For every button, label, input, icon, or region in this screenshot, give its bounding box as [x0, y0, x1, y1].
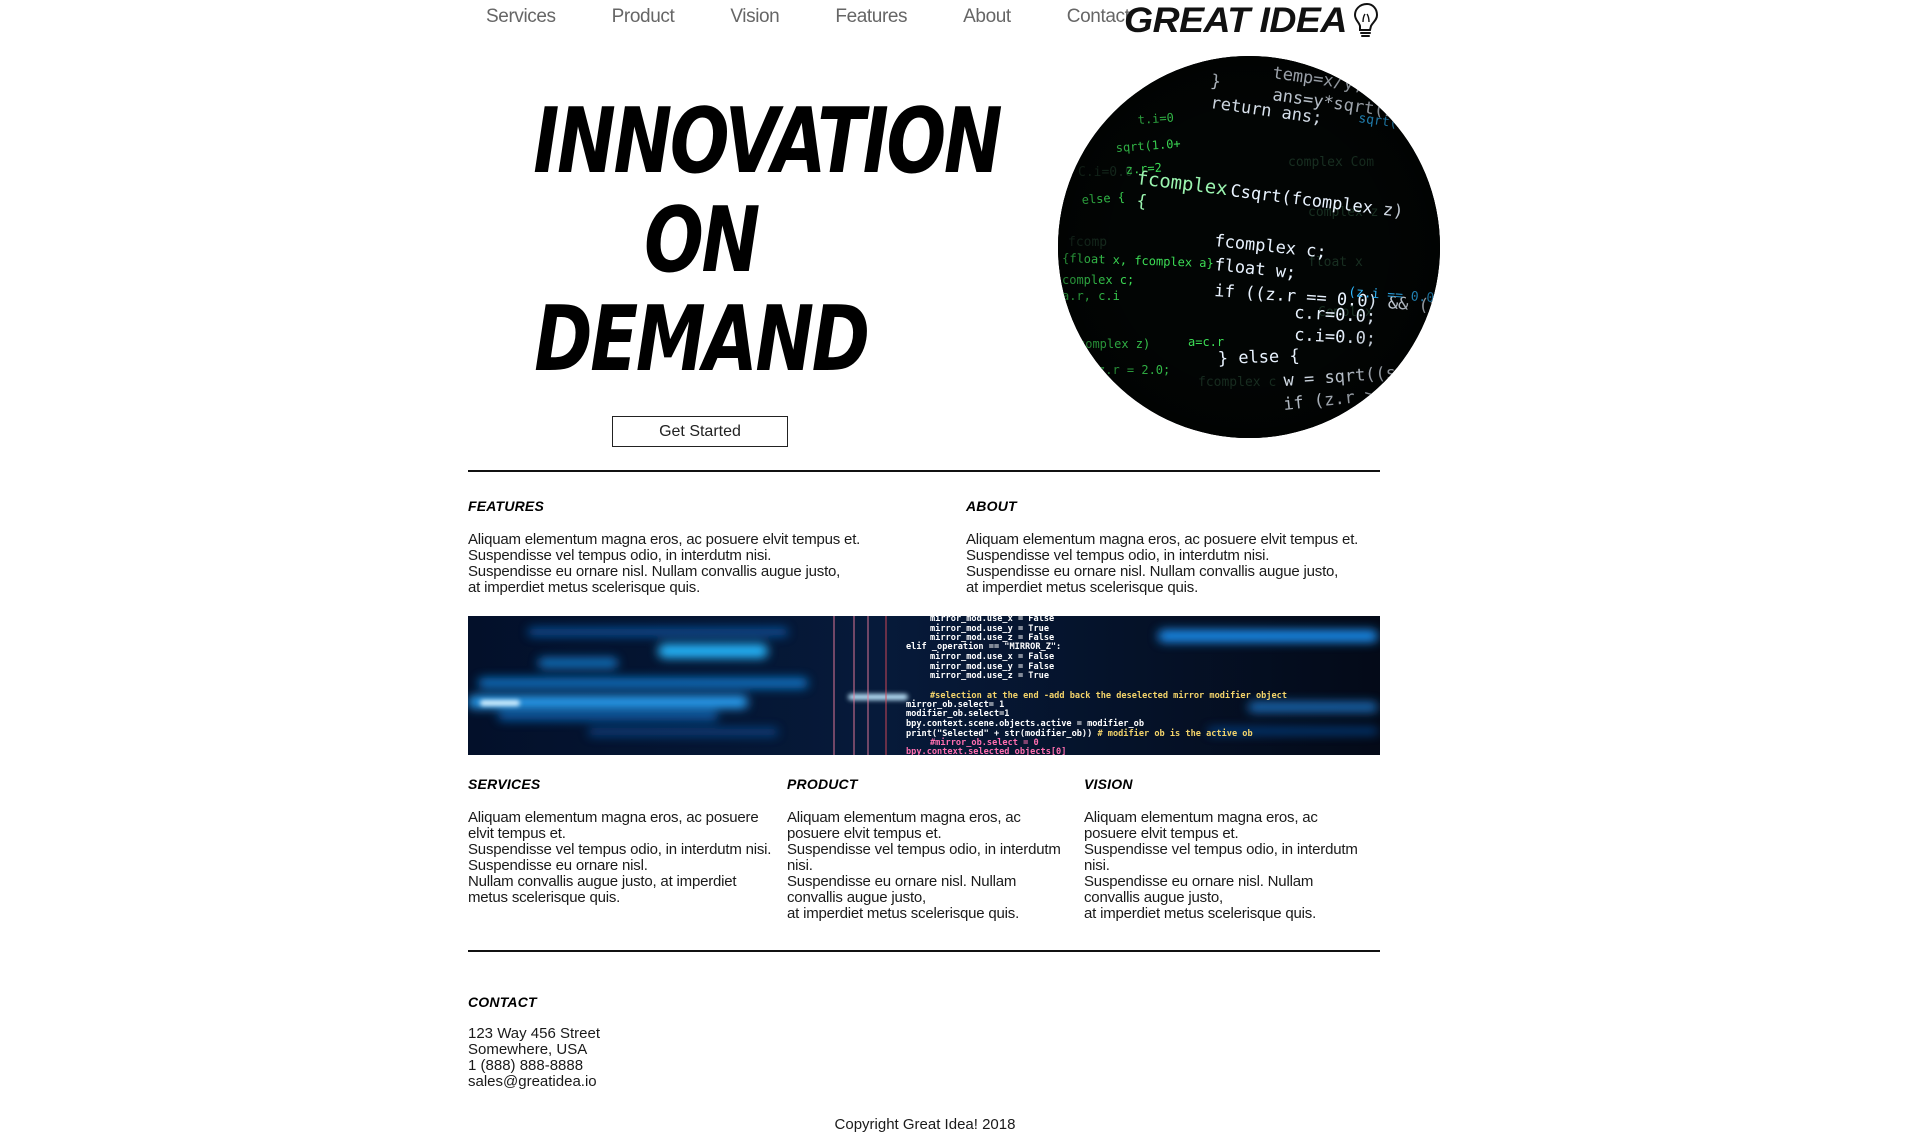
svg-text:mirror_mod.use_x = False: mirror_mod.use_x = False: [930, 616, 1054, 624]
logo[interactable]: GREAT IDEA: [1124, 0, 1386, 40]
svg-text:mirror_mod.use_x = False: mirror_mod.use_x = False: [930, 651, 1054, 662]
vision-heading: VISION: [1084, 776, 1133, 792]
hero-title-line-1: INNOVATION: [533, 89, 1002, 194]
nav-link-about[interactable]: About: [963, 6, 1011, 28]
contact-phone[interactable]: 1 (888) 888-8888: [468, 1058, 600, 1074]
hero-title: INNOVATION ON DEMAND: [533, 89, 1002, 392]
hero-title-line-3: DEMAND: [534, 287, 870, 392]
divider-top: [468, 470, 1380, 472]
product-heading: PRODUCT: [787, 776, 858, 792]
code-screen-graphic: complex Com complex z fcomp float x fcom…: [1058, 56, 1440, 438]
code-banner-graphic: mirror_mod.use_x = False mirror_mod.use_…: [468, 616, 1380, 755]
features-body: Aliquam elementum magna eros, ac posuere…: [468, 531, 861, 596]
svg-text:bpy.context.selected_objects[0: bpy.context.selected_objects[0]: [906, 747, 1066, 755]
nav-link-features[interactable]: Features: [835, 6, 907, 28]
contact-details: 123 Way 456 Street Somewhere, USA 1 (888…: [468, 1026, 600, 1090]
svg-text:modifier_ob.select=1: modifier_ob.select=1: [906, 708, 1009, 719]
get-started-button[interactable]: Get Started: [612, 416, 788, 447]
features-heading: FEATURES: [468, 498, 545, 514]
hero-title-line-2: ON: [644, 188, 760, 293]
lightbulb-icon: [1353, 2, 1379, 37]
nav-link-vision[interactable]: Vision: [730, 6, 779, 28]
svg-text:elif _operation == "MIRROR_Z":: elif _operation == "MIRROR_Z":: [906, 641, 1061, 652]
nav-link-contact[interactable]: Contact: [1067, 6, 1130, 28]
about-body: Aliquam elementum magna eros, ac posuere…: [966, 531, 1359, 596]
page: Services Product Vision Features About C…: [0, 0, 1920, 1143]
logo-text: GREAT IDEA: [1124, 0, 1347, 40]
divider-bottom: [468, 950, 1380, 952]
contact-heading: CONTACT: [468, 994, 537, 1010]
nav-link-product[interactable]: Product: [612, 6, 675, 28]
contact-address-line1: 123 Way 456 Street: [468, 1025, 601, 1042]
code-screen-image: complex Com complex z fcomp float x fcom…: [1058, 56, 1440, 438]
footer-copyright: Copyright Great Idea! 2018: [834, 1116, 1016, 1133]
code-banner-image: mirror_mod.use_x = False mirror_mod.use_…: [468, 616, 1380, 755]
svg-text:mirror_mod.use_z = True: mirror_mod.use_z = True: [930, 670, 1049, 681]
contact-address-line2: Somewhere, USA: [468, 1041, 588, 1058]
svg-text:bpy.context.scene.objects.acti: bpy.context.scene.objects.active = modif…: [906, 718, 1144, 729]
contact-email[interactable]: sales@greatidea.io: [468, 1074, 600, 1090]
vision-body: Aliquam elementum magna eros, ac posuere…: [1084, 809, 1358, 922]
services-heading: SERVICES: [468, 776, 541, 792]
product-body: Aliquam elementum magna eros, ac posuere…: [787, 809, 1061, 922]
about-heading: ABOUT: [966, 498, 1017, 514]
services-body: Aliquam elementum magna eros, ac posuere…: [468, 809, 772, 906]
nav-link-services[interactable]: Services: [486, 6, 556, 28]
top-nav: Services Product Vision Features About C…: [486, 6, 1130, 28]
